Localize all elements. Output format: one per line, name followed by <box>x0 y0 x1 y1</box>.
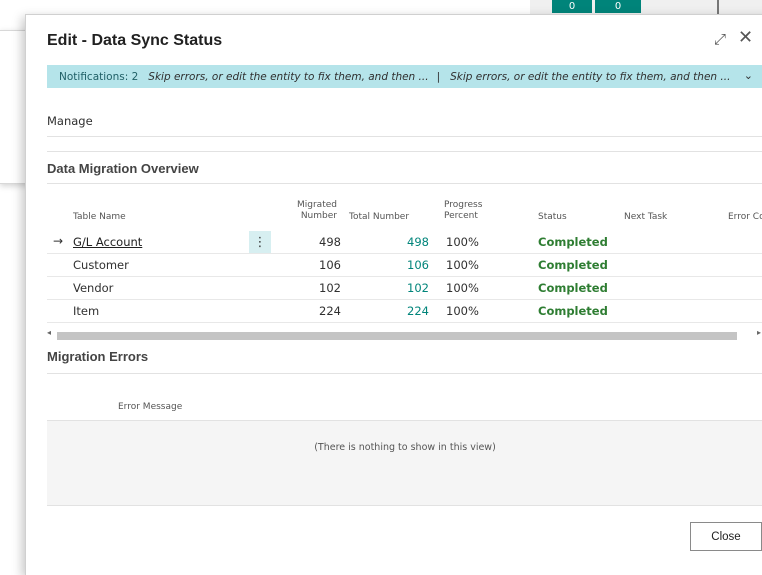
expand-icon[interactable]: ⤢ <box>714 30 726 48</box>
data-sync-status-dialog: Edit - Data Sync Status ⤢ ✕ Notification… <box>25 14 762 575</box>
divider <box>47 136 762 137</box>
errors-table-body: (There is nothing to show in this view) <box>47 421 762 506</box>
notification-count[interactable]: Notifications: 2 <box>59 71 138 83</box>
notification-message[interactable]: Skip errors, or edit the entity to fix t… <box>148 71 428 83</box>
divider <box>47 151 762 152</box>
scrollbar-thumb[interactable] <box>57 332 737 340</box>
divider <box>47 183 762 184</box>
notification-separator: | <box>436 70 441 83</box>
chevron-down-icon[interactable]: ⌄ <box>744 69 753 82</box>
notification-bar[interactable]: Notifications: 2 Skip errors, or edit th… <box>47 65 762 88</box>
migrated-number-cell: 106 <box>319 258 341 272</box>
column-header-status[interactable]: Status <box>538 212 567 223</box>
column-header-next-task[interactable]: Next Task <box>624 212 667 223</box>
manage-action[interactable]: Manage <box>47 114 93 128</box>
errors-table-header: Error Message <box>47 390 762 421</box>
background-divider <box>717 0 719 14</box>
status-cell: Completed <box>538 235 608 249</box>
table-name-cell[interactable]: Item <box>73 304 99 318</box>
table-row[interactable]: Item 224 224 100% Completed <box>47 300 762 323</box>
errors-section-title[interactable]: Migration Errors <box>47 349 148 364</box>
column-header-progress-percent[interactable]: Progress Percent <box>444 200 482 222</box>
column-header-error-count[interactable]: Error Co <box>728 212 762 223</box>
header-line: Progress <box>444 200 483 210</box>
table-name-cell[interactable]: Customer <box>73 258 129 272</box>
migrated-number-cell: 102 <box>319 281 341 295</box>
header-line: Percent <box>444 211 478 221</box>
progress-cell: 100% <box>446 304 479 318</box>
progress-cell: 100% <box>446 235 479 249</box>
header-line: Number <box>300 211 337 221</box>
total-number-cell[interactable]: 224 <box>385 304 429 318</box>
table-row[interactable]: Vendor 102 102 100% Completed <box>47 277 762 300</box>
total-number-cell[interactable]: 106 <box>385 258 429 272</box>
column-header-error-message[interactable]: Error Message <box>118 402 182 413</box>
migrated-number-cell: 498 <box>319 235 341 249</box>
header-line: Migrated <box>297 200 337 210</box>
column-header-migrated-number[interactable]: Migrated Number <box>297 200 337 222</box>
more-options-icon[interactable]: ⋮ <box>249 231 271 253</box>
close-button[interactable]: Close <box>690 522 762 551</box>
scroll-right-icon[interactable]: ▸ <box>757 328 761 337</box>
status-cell: Completed <box>538 281 608 295</box>
horizontal-scrollbar[interactable]: ◂ ▸ <box>47 328 762 340</box>
table-row[interactable]: Customer 106 106 100% Completed <box>47 254 762 277</box>
scroll-left-icon[interactable]: ◂ <box>47 328 51 337</box>
notification-message[interactable]: Skip errors, or edit the entity to fix t… <box>450 71 730 83</box>
arrow-right-icon: → <box>53 234 64 248</box>
background-tile: 0 <box>552 0 592 13</box>
column-header-table-name[interactable]: Table Name <box>73 212 126 223</box>
status-cell: Completed <box>538 304 608 318</box>
table-name-cell[interactable]: Vendor <box>73 281 113 295</box>
dialog-title: Edit - Data Sync Status <box>47 32 223 49</box>
migrated-number-cell: 224 <box>319 304 341 318</box>
empty-state-text: (There is nothing to show in this view) <box>314 442 496 453</box>
status-cell: Completed <box>538 258 608 272</box>
total-number-cell[interactable]: 102 <box>385 281 429 295</box>
close-icon[interactable]: ✕ <box>738 27 753 48</box>
table-name-cell[interactable]: G/L Account <box>73 235 142 249</box>
progress-cell: 100% <box>446 258 479 272</box>
column-header-total-number[interactable]: Total Number <box>349 212 409 223</box>
overview-section-title[interactable]: Data Migration Overview <box>47 161 199 176</box>
table-row[interactable]: → G/L Account ⋮ 498 498 100% Completed <box>47 231 762 254</box>
background-tile: 0 <box>595 0 641 13</box>
total-number-cell[interactable]: 498 <box>385 235 429 249</box>
divider <box>47 373 762 374</box>
progress-cell: 100% <box>446 281 479 295</box>
